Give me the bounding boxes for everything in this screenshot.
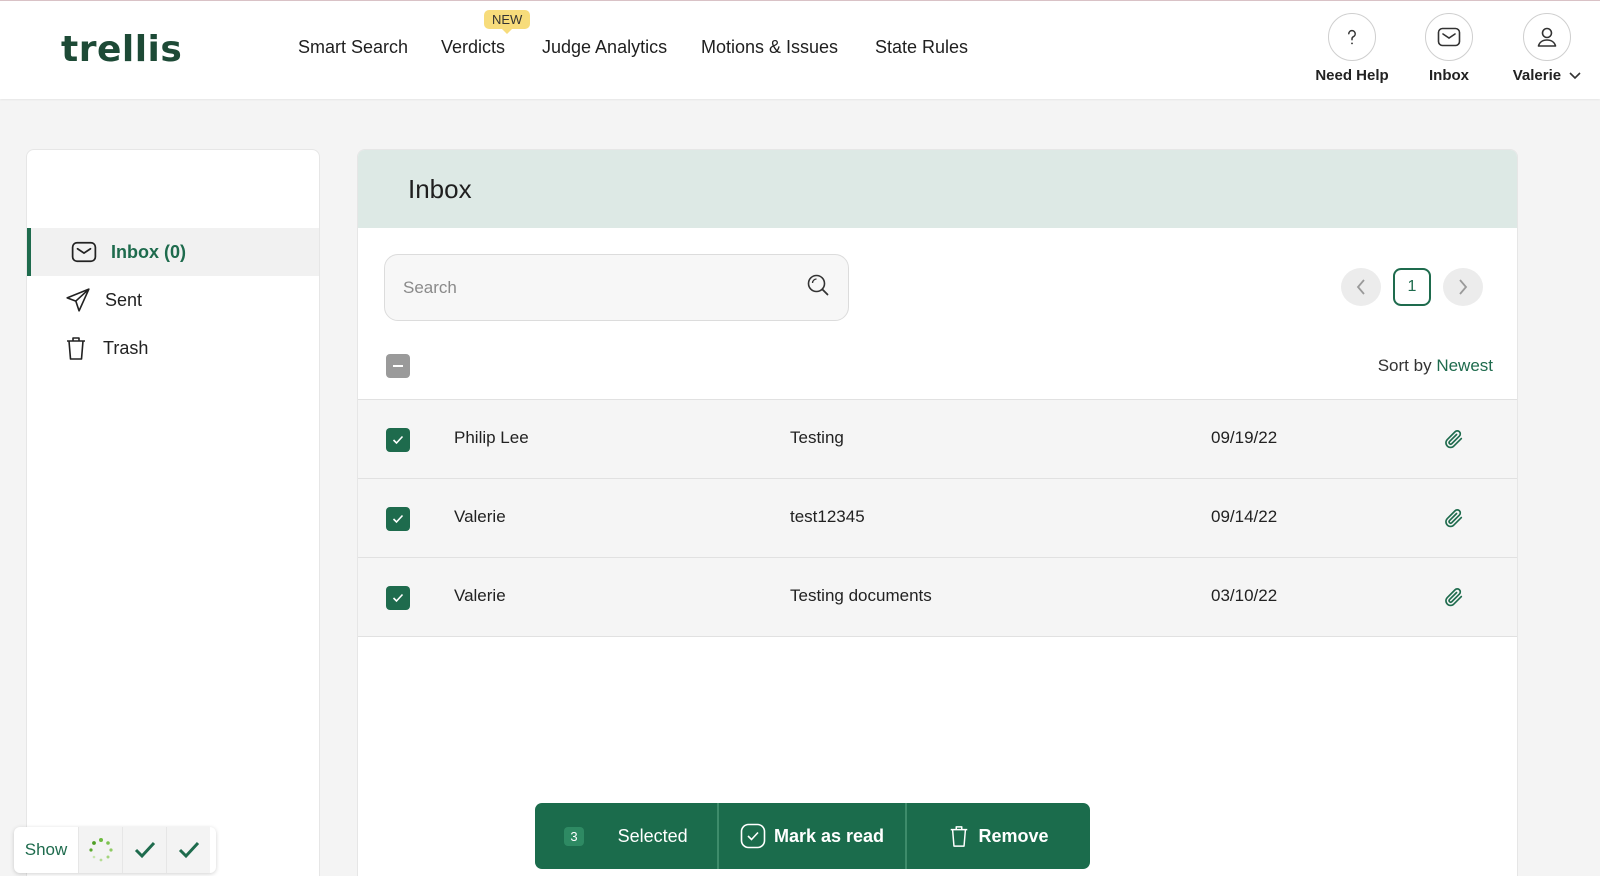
floating-widget: Show [14,827,216,873]
check-icon [392,435,404,445]
trash-icon [951,826,968,847]
check-circle-icon [740,823,766,849]
sidebar-item-sent[interactable]: Sent [27,276,319,324]
question-icon [1328,13,1376,61]
sort-label: Sort by [1377,356,1432,375]
paperclip-icon[interactable] [1443,506,1465,535]
inbox-panel: Inbox 1 Sort by Newest Philip Lee Testin… [357,149,1518,876]
trellis-logo[interactable]: trellis [61,29,182,70]
selected-count-badge: 3 [564,826,584,846]
top-navbar: trellis Smart Search Verdicts Judge Anal… [0,0,1600,99]
current-page[interactable]: 1 [1393,268,1431,306]
mail-icon [1425,13,1473,61]
inbox-top-button[interactable]: Inbox [1409,13,1489,84]
message-sender: Philip Lee [454,428,529,447]
inbox-header: Inbox [358,150,1517,228]
new-badge: NEW [484,10,531,34]
check-icon [392,514,404,524]
message-date: 09/19/22 [1211,428,1278,447]
show-button[interactable]: Show [14,827,78,873]
message-subject: Testing documents [790,586,932,605]
trash-icon [61,333,91,363]
row-checkbox[interactable] [386,428,410,452]
chevron-left-icon [1356,279,1365,295]
mailbox-sidebar: Inbox (0) Sent Trash [26,149,320,876]
sidebar-item-inbox[interactable]: Inbox (0) [27,228,319,276]
page-title: Inbox [408,173,472,204]
row-checkbox[interactable] [386,507,410,531]
message-list: Philip Lee Testing 09/19/22 Valerie test… [358,399,1517,637]
chevron-right-icon [1459,279,1468,295]
inbox-top-label: Inbox [1429,67,1469,84]
nav-state-rules[interactable]: State Rules [875,37,968,58]
selected-count-section: 3 Selected [535,803,719,869]
user-icon [1523,13,1571,61]
send-icon [63,285,93,315]
search-box[interactable] [384,254,849,321]
spinner-icon [78,827,122,873]
chevron-down-icon [1569,72,1581,80]
nav-verdicts[interactable]: Verdicts [441,37,505,58]
next-page-button[interactable] [1443,268,1483,306]
mail-icon [69,237,99,267]
check-icon[interactable] [122,827,166,873]
search-input[interactable] [403,277,806,298]
mark-as-read-label: Mark as read [773,825,885,846]
message-sender: Valerie [454,507,506,526]
message-subject: test12345 [790,507,865,526]
message-date: 03/10/22 [1211,586,1278,605]
paperclip-icon[interactable] [1443,585,1465,614]
pagination: 1 [1341,268,1483,306]
message-row[interactable]: Valerie Testing documents 03/10/22 [358,558,1517,637]
paperclip-icon[interactable] [1443,427,1465,456]
mark-as-read-button[interactable]: Mark as read [719,803,907,869]
message-subject: Testing [790,428,844,447]
selected-label: Selected [617,825,688,846]
prev-page-button[interactable] [1341,268,1381,306]
need-help-label: Need Help [1315,67,1389,84]
message-row[interactable]: Philip Lee Testing 09/19/22 [358,400,1517,479]
bulk-action-bar: 3 Selected Mark as read Remove [535,803,1090,869]
message-date: 09/14/22 [1211,507,1278,526]
user-name: Valerie [1512,67,1562,84]
message-row[interactable]: Valerie test12345 09/14/22 [358,479,1517,558]
remove-button[interactable]: Remove [907,803,1090,869]
sidebar-item-label: Trash [103,337,149,358]
select-all-checkbox[interactable] [386,354,410,378]
remove-label: Remove [978,825,1049,846]
message-sender: Valerie [454,586,506,605]
user-menu-button[interactable]: Valerie [1502,13,1592,84]
sort-control: Sort by Newest [1378,356,1493,376]
sidebar-item-label: Inbox (0) [111,241,186,262]
check-icon[interactable] [166,827,210,873]
sort-value[interactable]: Newest [1436,356,1493,375]
sidebar-item-trash[interactable]: Trash [27,324,319,372]
user-menu-label: Valerie [1502,67,1592,84]
sidebar-item-label: Sent [105,289,143,310]
row-checkbox[interactable] [386,586,410,610]
search-icon[interactable] [806,273,830,302]
nav-judge-analytics[interactable]: Judge Analytics [542,37,667,58]
need-help-button[interactable]: Need Help [1312,13,1392,84]
nav-motions-issues[interactable]: Motions & Issues [701,37,838,58]
nav-smart-search[interactable]: Smart Search [298,37,408,58]
check-icon [392,593,404,603]
